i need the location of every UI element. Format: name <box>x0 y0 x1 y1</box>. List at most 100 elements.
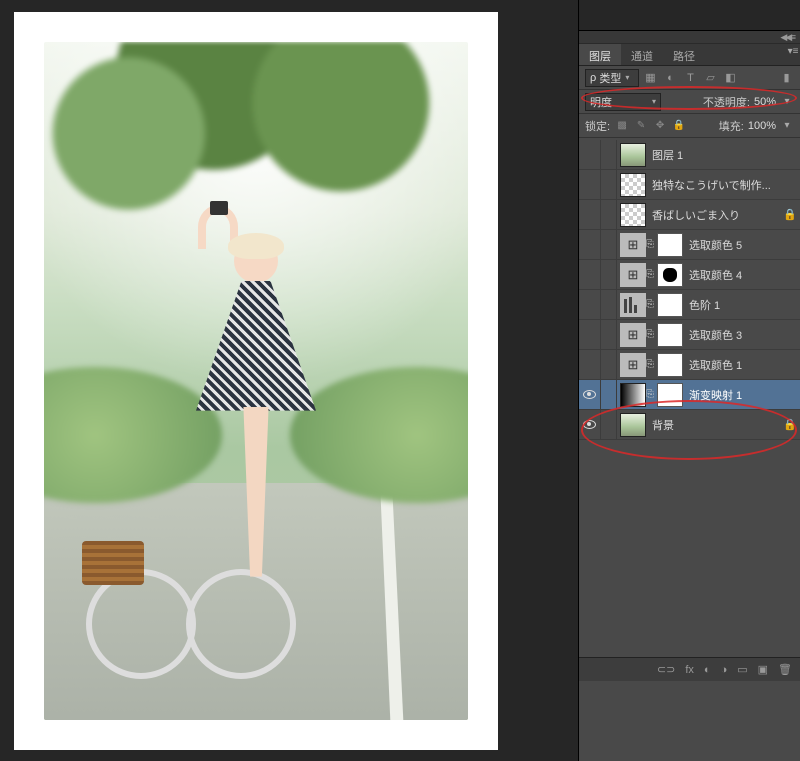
layer-mask-thumb[interactable] <box>657 293 683 317</box>
layer-mask-thumb[interactable] <box>657 233 683 257</box>
layers-panel: ◀◀ ≡ 图层 通道 路径 ▾≡ ρ 类型▾ ▦ ◐ T ▱ ◧ ▮ 明度 ▾ … <box>578 0 800 761</box>
layer-name-label[interactable]: 色阶 1 <box>689 297 798 313</box>
layer-row[interactable]: 图层 1 <box>579 140 800 170</box>
layer-lock-column <box>601 410 617 439</box>
opacity-value[interactable]: 50% <box>754 96 776 108</box>
filter-kind-select[interactable]: ρ 类型▾ <box>585 69 639 87</box>
layer-thumb[interactable] <box>620 173 646 197</box>
layer-name-label[interactable]: 选取颜色 4 <box>689 267 798 283</box>
canvas-frame <box>14 12 498 750</box>
visibility-toggle[interactable] <box>579 350 601 379</box>
adjustment-icon <box>620 383 646 407</box>
fill-label: 填充: <box>719 118 744 134</box>
new-adjustment-icon[interactable]: ◑ <box>721 664 728 676</box>
filter-shape-icon[interactable]: ▱ <box>703 70 718 85</box>
blend-mode-value: 明度 <box>590 94 612 110</box>
mask-link-icon[interactable]: ⎘ <box>646 239 654 250</box>
visibility-toggle[interactable] <box>579 140 601 169</box>
mask-link-icon[interactable]: ⎘ <box>646 389 654 400</box>
visibility-toggle[interactable] <box>579 230 601 259</box>
layer-lock-column <box>601 260 617 289</box>
layer-mask-thumb[interactable] <box>657 263 683 287</box>
layer-row[interactable]: ⎘ 色阶 1 <box>579 290 800 320</box>
layer-thumb[interactable] <box>620 143 646 167</box>
layer-name-label[interactable]: 选取颜色 3 <box>689 327 798 343</box>
layer-name-label[interactable]: 背景 <box>652 417 782 433</box>
layer-mask-thumb[interactable] <box>657 353 683 377</box>
lock-label: 锁定: <box>585 118 610 134</box>
opacity-label: 不透明度: <box>703 94 750 110</box>
fill-chevron-icon[interactable]: ▾ <box>780 119 794 133</box>
layer-row[interactable]: 香ばしいごま入り🔒 <box>579 200 800 230</box>
layer-row[interactable]: ⊞⎘ 选取颜色 1 <box>579 350 800 380</box>
layer-mask-thumb[interactable] <box>657 383 683 407</box>
layer-row[interactable]: 独特なこうげいで制作... <box>579 170 800 200</box>
layer-lock-column <box>601 320 617 349</box>
filter-toggle-icon[interactable]: ▮ <box>779 70 794 85</box>
lock-all-icon[interactable]: 🔒 <box>671 119 687 133</box>
layer-row[interactable]: ⎘ 渐变映射 1 <box>579 380 800 410</box>
layer-lock-column <box>601 350 617 379</box>
layers-panel-footer: ⊂⊃ fx ◐ ◑ ▭ ▣ 🗑 <box>579 657 800 681</box>
layer-row[interactable]: ⊞⎘ 选取颜色 4 <box>579 260 800 290</box>
lock-position-icon[interactable]: ✥ <box>652 119 668 133</box>
adjustment-icon: ⊞ <box>620 353 646 377</box>
layer-name-label[interactable]: 渐变映射 1 <box>689 387 798 403</box>
mask-link-icon[interactable]: ⎘ <box>646 299 654 310</box>
layer-lock-column <box>601 200 617 229</box>
layer-fx-icon[interactable]: fx <box>685 664 694 676</box>
visibility-toggle[interactable] <box>579 320 601 349</box>
layer-name-label[interactable]: 选取颜色 1 <box>689 357 798 373</box>
panel-menu-icon[interactable]: ▾≡ <box>786 44 800 58</box>
document-canvas[interactable] <box>0 0 578 761</box>
layer-lock-column <box>601 140 617 169</box>
lock-icon: 🔒 <box>782 208 798 221</box>
layer-name-label[interactable]: 独特なこうげいで制作... <box>652 177 798 193</box>
mask-link-icon[interactable]: ⎘ <box>646 359 654 370</box>
filter-type-icon[interactable]: T <box>683 70 698 85</box>
panel-tabs: 图层 通道 路径 ▾≡ <box>579 44 800 66</box>
lock-transparent-icon[interactable]: ▩ <box>614 119 630 133</box>
layer-row[interactable]: ⊞⎘选取颜色 3 <box>579 320 800 350</box>
tab-channels[interactable]: 通道 <box>621 44 663 65</box>
layer-lock-column <box>601 380 617 409</box>
layer-row[interactable]: ⊞⎘选取颜色 5 <box>579 230 800 260</box>
visibility-toggle[interactable] <box>579 290 601 319</box>
layer-row[interactable]: 背景🔒 <box>579 410 800 440</box>
layer-name-label[interactable]: 香ばしいごま入り <box>652 207 782 223</box>
blend-mode-select[interactable]: 明度 ▾ <box>585 93 661 111</box>
visibility-toggle[interactable] <box>579 170 601 199</box>
adjustment-icon: ⊞ <box>620 263 646 287</box>
layer-thumb[interactable] <box>620 203 646 227</box>
layer-lock-column <box>601 170 617 199</box>
panel-grip[interactable]: ◀◀ ≡ <box>579 30 800 44</box>
mask-link-icon[interactable]: ⎘ <box>646 269 654 280</box>
mask-link-icon[interactable]: ⎘ <box>646 329 654 340</box>
add-mask-icon[interactable]: ◐ <box>704 664 711 676</box>
tab-paths[interactable]: 路径 <box>663 44 705 65</box>
layer-mask-thumb[interactable] <box>657 323 683 347</box>
opacity-chevron-icon[interactable]: ▾ <box>780 95 794 109</box>
fill-value[interactable]: 100% <box>748 120 776 132</box>
new-layer-icon[interactable]: ▣ <box>758 663 768 676</box>
layer-name-label[interactable]: 选取颜色 5 <box>689 237 798 253</box>
delete-layer-icon[interactable]: 🗑 <box>778 663 792 676</box>
filter-smart-icon[interactable]: ◧ <box>723 70 738 85</box>
layers-list[interactable]: 图层 1独特なこうげいで制作...香ばしいごま入り🔒⊞⎘选取颜色 5⊞⎘选取颜色… <box>579 138 800 657</box>
visibility-toggle[interactable] <box>579 200 601 229</box>
tab-layers[interactable]: 图层 <box>579 44 621 65</box>
visibility-toggle[interactable] <box>579 410 601 439</box>
layer-thumb[interactable] <box>620 413 646 437</box>
visibility-toggle[interactable] <box>579 260 601 289</box>
link-layers-icon[interactable]: ⊂⊃ <box>657 663 675 676</box>
filter-pixel-icon[interactable]: ▦ <box>643 70 658 85</box>
photo-content <box>44 42 468 720</box>
layer-lock-column <box>601 230 617 259</box>
visibility-toggle[interactable] <box>579 380 601 409</box>
lock-paint-icon[interactable]: ✎ <box>633 119 649 133</box>
layer-name-label[interactable]: 图层 1 <box>652 147 798 163</box>
new-group-icon[interactable]: ▭ <box>737 663 747 676</box>
filter-adjust-icon[interactable]: ◐ <box>663 70 678 85</box>
layer-lock-column <box>601 290 617 319</box>
blend-opacity-row: 明度 ▾ 不透明度: 50% ▾ <box>579 90 800 114</box>
